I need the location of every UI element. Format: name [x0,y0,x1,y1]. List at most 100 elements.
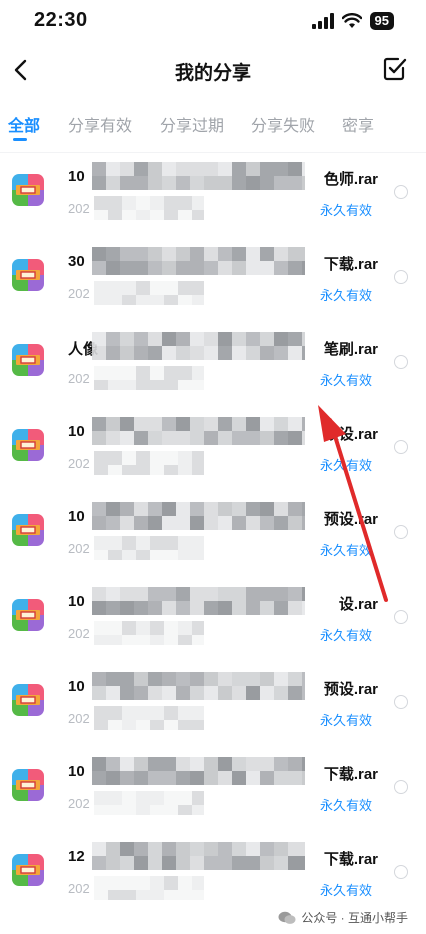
blurred-filename [92,672,305,700]
select-radio[interactable] [394,780,408,794]
file-name-prefix: 10 [68,763,85,780]
file-row[interactable]: 30 下载.rar 202 永久有效 [0,237,426,322]
blurred-filename [92,417,305,445]
watermark: 公众号 · 互通小帮手 [274,907,412,928]
back-button[interactable] [6,54,38,86]
file-row[interactable]: 10 预设.rar 202 永久有效 [0,662,426,747]
blurred-filename [92,162,305,190]
battery-indicator: 95 [369,12,394,30]
share-date: 202 [68,286,90,301]
rar-archive-icon [12,174,44,206]
select-radio[interactable] [394,440,408,454]
blurred-date [94,621,204,645]
active-tab-indicator [13,138,27,141]
share-status: 永久有效 [319,543,372,558]
blurred-date [94,196,204,220]
multi-select-button[interactable] [382,56,408,82]
file-name-suffix: 下载.rar [323,256,378,273]
share-status: 永久有效 [319,203,372,218]
file-name-prefix: 12 [68,848,85,865]
file-name-prefix: 10 [68,508,85,525]
select-radio[interactable] [394,355,408,369]
select-radio[interactable] [394,610,408,624]
rar-archive-icon [12,599,44,631]
share-date: 202 [68,796,90,811]
select-radio[interactable] [394,185,408,199]
tab-all[interactable]: 全部 [8,112,40,136]
share-date: 202 [68,626,90,641]
file-row[interactable]: 人像 笔刷.rar 202 永久有效 [0,322,426,407]
watermark-text: 公众号 · 互通小帮手 [301,911,408,925]
wechat-icon [278,911,296,924]
share-date: 202 [68,456,90,471]
select-radio[interactable] [394,695,408,709]
file-row[interactable]: 10 色师.rar 202 永久有效 [0,152,426,237]
rar-archive-icon [12,514,44,546]
rar-archive-icon [12,259,44,291]
blurred-date [94,791,204,815]
file-name-suffix: 预设.rar [323,681,378,698]
blurred-filename [92,842,305,870]
wifi-icon [341,13,362,28]
share-date: 202 [68,371,90,386]
file-row[interactable]: 10 预设.rar 202 永久有效 [0,407,426,492]
blurred-date [94,706,204,730]
file-name-prefix: 30 [68,253,85,270]
blurred-filename [92,247,305,275]
file-row[interactable]: 10 预设.rar 202 永久有效 [0,492,426,577]
status-icons: 95 [311,12,394,30]
file-name-suffix: 预设.rar [323,511,378,528]
share-status: 永久有效 [319,713,372,728]
file-name-suffix: 笔刷.rar [323,341,378,358]
blurred-date [94,451,204,475]
blurred-filename [92,587,305,615]
select-radio[interactable] [394,525,408,539]
nav-bar: 我的分享 [0,46,426,94]
file-name-suffix: 设.rar [338,596,378,613]
file-name-suffix: 下载.rar [323,851,378,868]
share-status: 永久有效 [319,798,372,813]
file-name-prefix: 10 [68,593,85,610]
page-title: 我的分享 [174,63,251,84]
share-date: 202 [68,541,90,556]
file-name-prefix: 10 [68,168,85,185]
status-bar: 22:30 95 [0,0,426,44]
share-status: 永久有效 [319,288,372,303]
file-name-suffix: 色师.rar [323,171,378,188]
rar-archive-icon [12,769,44,801]
blurred-date [94,366,204,390]
blurred-filename [92,757,305,785]
tab-share-expired[interactable]: 分享过期 [160,112,224,136]
rar-archive-icon [12,854,44,886]
share-status: 永久有效 [319,883,372,898]
share-date: 202 [68,201,90,216]
file-row[interactable]: 10 下载.rar 202 永久有效 [0,747,426,832]
file-row[interactable]: 10 设.rar 202 永久有效 [0,577,426,662]
filter-tabs: 全部 分享有效 分享过期 分享失败 密享 [0,104,426,146]
tab-share-failed[interactable]: 分享失败 [251,112,315,136]
tab-share-valid[interactable]: 分享有效 [68,112,132,136]
blurred-date [94,536,204,560]
rar-archive-icon [12,429,44,461]
rar-archive-icon [12,344,44,376]
file-name-prefix: 10 [68,678,85,695]
status-time: 22:30 [34,9,88,31]
chevron-left-icon [14,59,27,81]
file-name-prefix: 10 [68,423,85,440]
share-status: 永久有效 [319,628,372,643]
tab-private-share[interactable]: 密享 [342,112,374,136]
rar-archive-icon [12,684,44,716]
blurred-date [94,876,204,900]
cellular-signal-icon [311,13,334,29]
checkbox-icon [383,57,407,81]
share-status: 永久有效 [319,458,372,473]
file-row[interactable]: 12 下载.rar 202 永久有效 [0,832,426,917]
blurred-date [94,281,204,305]
share-date: 202 [68,711,90,726]
select-radio[interactable] [394,270,408,284]
select-radio[interactable] [394,865,408,879]
blurred-filename [92,332,305,360]
share-status: 永久有效 [319,373,372,388]
blurred-filename [92,502,305,530]
file-name-suffix: 下载.rar [323,766,378,783]
